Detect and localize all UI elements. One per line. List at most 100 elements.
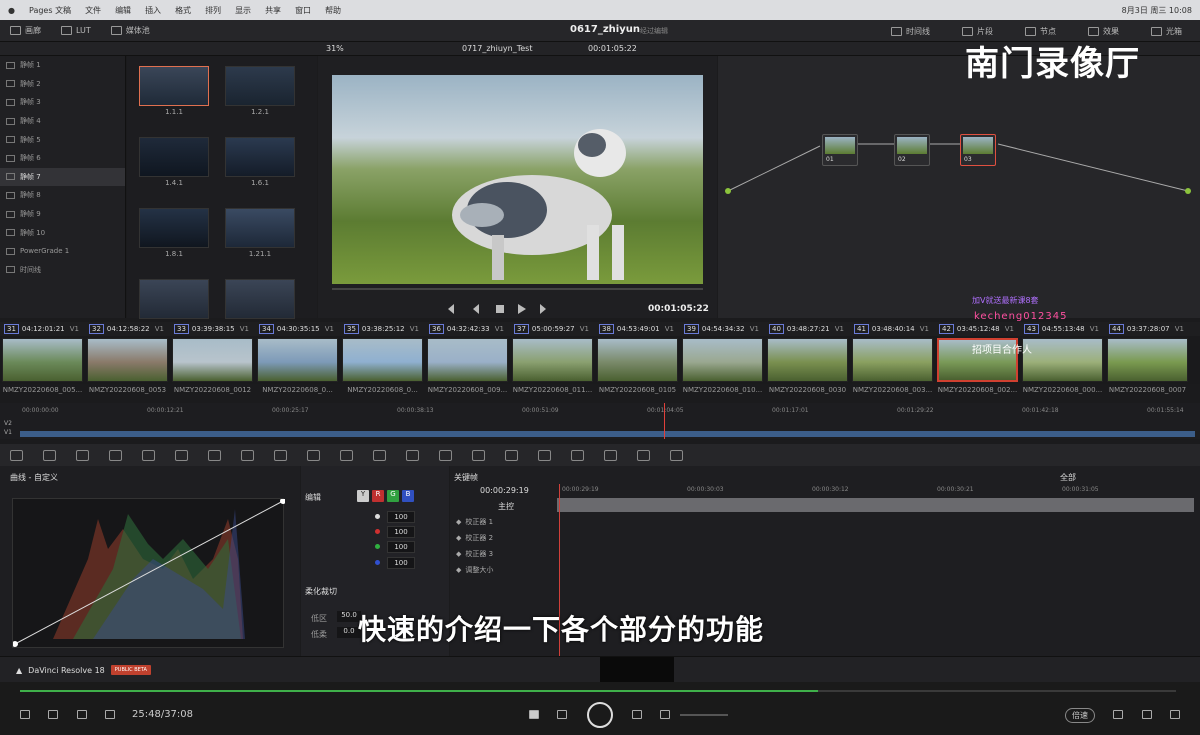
gallery-item[interactable]: 静帧 2 bbox=[0, 75, 125, 94]
menu-item[interactable]: 格式 bbox=[175, 5, 191, 16]
tool-icon[interactable] bbox=[340, 449, 353, 461]
clip-thumbnail[interactable] bbox=[0, 336, 85, 384]
keyframe-row[interactable]: ◆ 调整大小 bbox=[450, 562, 557, 577]
channel-g[interactable]: G bbox=[387, 490, 399, 502]
clip-thumbnail[interactable] bbox=[85, 336, 170, 384]
video-frame[interactable] bbox=[332, 75, 703, 284]
gallery-item[interactable]: 静帧 5 bbox=[0, 130, 125, 149]
channel-y[interactable]: Y bbox=[357, 490, 369, 502]
tool-icon[interactable] bbox=[406, 449, 419, 461]
keyframe-diamond-icon[interactable]: ◆ bbox=[456, 518, 461, 526]
clip-thumbnail[interactable] bbox=[595, 336, 680, 384]
clip-thumbnail[interactable] bbox=[765, 336, 850, 384]
clip-thumbnail[interactable] bbox=[255, 336, 340, 384]
menu-item[interactable]: 共享 bbox=[265, 5, 281, 16]
channel-b[interactable]: B bbox=[402, 490, 414, 502]
gallery-item[interactable]: PowerGrade 1 bbox=[0, 242, 125, 261]
still-thumbnail[interactable] bbox=[139, 279, 209, 319]
keyframe-diamond-icon[interactable]: ◆ bbox=[456, 550, 461, 558]
tool-icon[interactable] bbox=[637, 449, 650, 461]
pause-button[interactable] bbox=[587, 702, 613, 728]
color-page-tab[interactable] bbox=[600, 657, 674, 683]
gallery-item[interactable]: 静帧 8 bbox=[0, 186, 125, 205]
still-thumbnail[interactable] bbox=[225, 208, 295, 248]
timeline-name[interactable]: 0717_zhiuyn_Test bbox=[462, 44, 532, 53]
lut-button[interactable]: LUT bbox=[51, 26, 101, 35]
tool-icon[interactable] bbox=[76, 449, 89, 461]
caption-icon[interactable] bbox=[48, 710, 58, 719]
clip-thumbnail[interactable] bbox=[340, 336, 425, 384]
keyframe-row[interactable]: ◆ 校正器 3 bbox=[450, 546, 557, 561]
tool-icon[interactable] bbox=[505, 449, 518, 461]
gallery-item[interactable]: 静帧 9 bbox=[0, 205, 125, 224]
next-icon[interactable] bbox=[632, 710, 642, 719]
still-thumbnail[interactable] bbox=[139, 66, 209, 106]
y-value[interactable]: 100 bbox=[387, 511, 415, 523]
volume-icon[interactable] bbox=[660, 710, 670, 719]
gallery-item[interactable]: 静帧 3 bbox=[0, 93, 125, 112]
tool-icon[interactable] bbox=[208, 449, 221, 461]
speed-button[interactable]: 倍速 bbox=[1065, 708, 1095, 723]
stop-icon[interactable] bbox=[529, 710, 539, 719]
still-thumbnail[interactable] bbox=[139, 137, 209, 177]
comment-icon[interactable] bbox=[77, 710, 87, 719]
timeline-track-v1[interactable] bbox=[20, 431, 1195, 437]
prev-icon[interactable] bbox=[557, 710, 567, 719]
tool-icon[interactable] bbox=[43, 449, 56, 461]
tool-icon[interactable] bbox=[142, 449, 155, 461]
gallery-button[interactable]: 画廊 bbox=[0, 25, 51, 36]
b-value[interactable]: 100 bbox=[387, 557, 415, 569]
gallery-item[interactable]: 静帧 4 bbox=[0, 112, 125, 131]
still-thumbnail[interactable] bbox=[139, 208, 209, 248]
menu-item[interactable]: 编辑 bbox=[115, 5, 131, 16]
eject-icon[interactable] bbox=[20, 710, 30, 719]
tool-icon[interactable] bbox=[241, 449, 254, 461]
tool-icon[interactable] bbox=[307, 449, 320, 461]
mini-timeline[interactable]: V2 V1 00:00:00:00 00:00:12:21 00:00:25:17 0… bbox=[0, 403, 1200, 439]
lightbox-button[interactable]: 光箱 bbox=[1141, 26, 1192, 37]
menu-item[interactable]: 窗口 bbox=[295, 5, 311, 16]
node-02[interactable]: 02 bbox=[894, 134, 930, 166]
g-value[interactable]: 100 bbox=[387, 541, 415, 553]
keyframe-diamond-icon[interactable]: ◆ bbox=[456, 534, 461, 542]
viewer-scrubber[interactable] bbox=[332, 288, 703, 290]
tool-icon[interactable] bbox=[109, 449, 122, 461]
nodes-button[interactable]: 节点 bbox=[1015, 26, 1066, 37]
gallery-item[interactable]: 静帧 7 bbox=[0, 167, 125, 187]
tool-icon[interactable] bbox=[472, 449, 485, 461]
tool-icon[interactable] bbox=[10, 449, 23, 461]
tool-icon[interactable] bbox=[670, 449, 683, 461]
clip-thumbnail[interactable] bbox=[425, 336, 510, 384]
window-icon[interactable] bbox=[1142, 710, 1152, 719]
tool-icon[interactable] bbox=[571, 449, 584, 461]
apple-icon[interactable]: ● bbox=[8, 6, 15, 15]
master-track[interactable] bbox=[557, 498, 1194, 512]
clip-thumbnail[interactable] bbox=[680, 336, 765, 384]
clip-thumbnail[interactable] bbox=[170, 336, 255, 384]
tool-icon[interactable] bbox=[538, 449, 551, 461]
effects-button[interactable]: 效果 bbox=[1078, 26, 1129, 37]
tool-icon[interactable] bbox=[373, 449, 386, 461]
curve-editor[interactable] bbox=[12, 498, 286, 648]
menu-app[interactable]: Pages 文稿 bbox=[29, 5, 71, 16]
keyframes-filter[interactable]: 全部 bbox=[1060, 472, 1076, 483]
menu-item[interactable]: 排列 bbox=[205, 5, 221, 16]
tool-icon[interactable] bbox=[604, 449, 617, 461]
still-thumbnail[interactable] bbox=[225, 279, 295, 319]
gallery-item[interactable]: 时间线 bbox=[0, 261, 125, 280]
gallery-item[interactable]: 静帧 1 bbox=[0, 56, 125, 75]
zoom-level[interactable]: 31% bbox=[326, 44, 344, 53]
menu-item[interactable]: 帮助 bbox=[325, 5, 341, 16]
node-03[interactable]: 03 bbox=[960, 134, 996, 166]
gallery-item[interactable]: 静帧 10 bbox=[0, 223, 125, 242]
node-01[interactable]: 01 bbox=[822, 134, 858, 166]
clip-thumbnail[interactable] bbox=[1020, 336, 1105, 384]
still-thumbnail[interactable] bbox=[225, 66, 295, 106]
pip-icon[interactable] bbox=[1113, 710, 1123, 719]
progress-bar[interactable] bbox=[20, 690, 1176, 692]
tool-icon[interactable] bbox=[439, 449, 452, 461]
keyframe-diamond-icon[interactable]: ◆ bbox=[456, 566, 461, 574]
still-thumbnail[interactable] bbox=[225, 137, 295, 177]
fullscreen-icon[interactable] bbox=[1170, 710, 1180, 719]
clip-thumbnail[interactable] bbox=[1105, 336, 1190, 384]
